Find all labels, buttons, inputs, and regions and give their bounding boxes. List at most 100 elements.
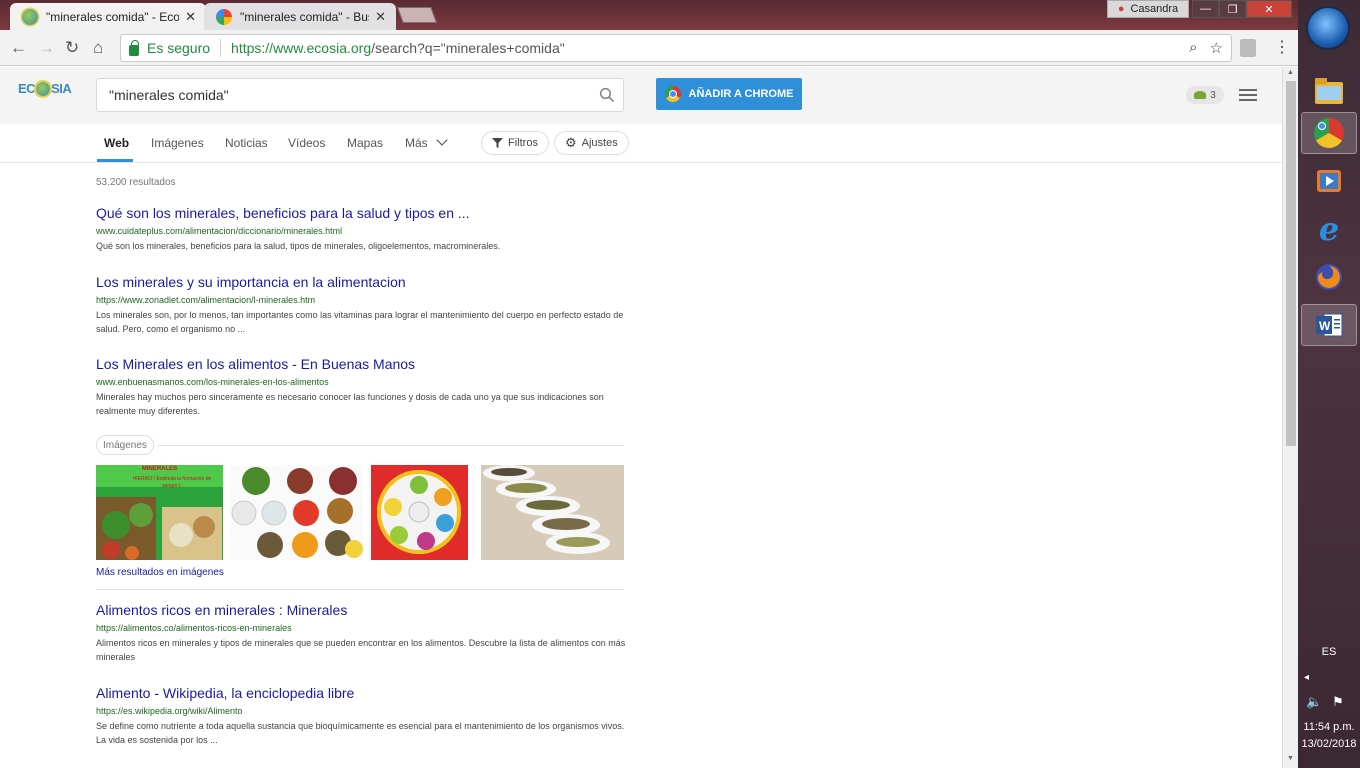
search-result: Los minerales y su importancia en la ali… [96,274,626,336]
search-result: Los Minerales en los alimentos - En Buen… [96,356,626,418]
word-icon[interactable]: W [1301,304,1357,346]
image-thumbnail[interactable] [371,465,468,560]
search-result: Alimento - Wikipedia, la enciclopedia li… [96,685,626,747]
images-label: Imágenes [96,435,154,455]
scroll-down-icon[interactable]: ▼ [1287,755,1294,762]
chrome-taskbar-icon[interactable] [1301,112,1357,154]
more-images-link[interactable]: Más resultados en imágenes [96,567,224,578]
gear-icon: ⚙ [565,135,577,150]
tab-ecosia[interactable]: "minerales comida" - Eco ✕ [10,3,206,30]
result-title-link[interactable]: Alimentos ricos en minerales : Minerales [96,602,626,618]
tab-maps[interactable]: Mapas [347,136,383,150]
result-url[interactable]: https://www.zonadiet.com/alimentacion/l-… [96,295,626,305]
url-path: /search?q="minerales+comida" [371,40,565,56]
tab-more[interactable]: Más [405,134,448,150]
add-to-chrome-button[interactable]: AÑADIR A CHROME [656,78,802,110]
system-clock[interactable]: 11:54 p.m. 13/02/2018 [1298,719,1360,753]
results-count: 53.200 resultados [96,177,176,188]
divider [158,445,624,446]
google-favicon-icon [216,8,232,25]
maximize-icon[interactable]: ❐ [1219,0,1246,18]
omnibox-actions: ⌕ ☆ [1189,39,1223,57]
result-url[interactable]: https://es.wikipedia.org/wiki/Alimento [96,706,626,716]
language-indicator[interactable]: ES [1298,646,1360,658]
volume-icon[interactable]: 🔈 [1306,694,1322,710]
show-hidden-icons[interactable]: ◂ [1304,672,1309,683]
add-to-chrome-label: AÑADIR A CHROME [688,88,794,100]
tab-title: "minerales comida" - Bus [240,9,370,24]
profile-name: Casandra [1130,3,1179,15]
new-tab-button[interactable] [397,7,437,23]
browser-menu-icon[interactable]: ⋮ [1274,37,1290,57]
tab-videos[interactable]: Vídeos [288,136,325,150]
pdf-extension-icon[interactable] [1240,39,1256,57]
image-caption: HIERRO ( Estimula la formación de sangre… [132,476,212,489]
image-thumbnail[interactable] [230,465,363,560]
tab-web[interactable]: Web [104,136,129,150]
forward-icon[interactable]: → [38,38,55,58]
result-url[interactable]: www.cuidateplus.com/alimentacion/diccion… [96,226,626,236]
search-input[interactable] [109,87,623,103]
file-explorer-icon[interactable] [1301,70,1357,112]
lock-icon [129,39,139,56]
search-icon[interactable] [599,87,615,103]
filters-button[interactable]: Filtros [481,131,549,155]
action-center-flag-icon[interactable]: ⚑ [1332,694,1344,710]
start-button-icon[interactable] [1308,8,1348,48]
media-player-icon[interactable] [1301,160,1357,202]
chrome-icon [664,86,681,102]
tab-more-label: Más [405,136,428,150]
tab-news[interactable]: Noticias [225,136,268,150]
profile-button[interactable]: ● Casandra [1107,0,1189,18]
back-icon[interactable]: ← [10,38,27,58]
result-description: Se define como nutriente a toda aquella … [96,721,625,745]
active-tab-indicator [97,159,133,162]
result-title-link[interactable]: Los Minerales en los alimentos - En Buen… [96,356,626,372]
ecosia-page: EC SIA AÑADIR A CHROME 3 [0,67,1282,768]
address-bar[interactable]: Es seguro https://www.ecosia.org /search… [120,34,1232,62]
url-host: https://www.ecosia.org [231,40,372,56]
settings-button[interactable]: ⚙ Ajustes [554,131,629,155]
home-icon[interactable]: ⌂ [93,38,103,58]
image-caption: MINERALES [141,466,178,472]
ecosia-logo[interactable]: EC SIA [18,81,72,96]
result-title-link[interactable]: Los minerales y su importancia en la ali… [96,274,626,290]
image-thumbnail[interactable]: MINERALES HIERRO ( Estimula la formación… [96,465,223,560]
clock-time: 11:54 p.m. [1303,721,1355,733]
internet-explorer-icon[interactable]: e [1301,208,1357,250]
windows-taskbar: e W ES ◂ 🔈 ⚑ 11:54 p.m. 13/02/2018 [1298,0,1360,768]
zoom-icon[interactable]: ⌕ [1189,39,1197,57]
firefox-icon[interactable] [1301,256,1357,298]
scrollbar-thumb[interactable] [1286,81,1296,446]
tab-close-icon[interactable]: ✕ [185,9,196,25]
tab-title: "minerales comida" - Eco [46,9,180,24]
image-thumbnail[interactable] [481,465,624,560]
ecosia-header: EC SIA AÑADIR A CHROME 3 [0,67,1282,124]
ecosia-favicon-icon [22,8,38,25]
menu-icon[interactable] [1239,89,1257,101]
tab-close-icon[interactable]: ✕ [375,9,386,25]
chrome-icon [1314,118,1344,148]
close-window-icon[interactable]: ✕ [1246,0,1292,18]
browser-toolbar: ← → ↻ ⌂ Es seguro https://www.ecosia.org… [0,30,1298,66]
search-result: Alimentos ricos en minerales : Minerales… [96,602,626,664]
minimize-icon[interactable]: — [1192,0,1219,18]
divider [96,589,624,590]
result-title-link[interactable]: Alimento - Wikipedia, la enciclopedia li… [96,685,626,701]
result-url[interactable]: https://alimentos.co/alimentos-ricos-en-… [96,623,626,633]
page-scrollbar[interactable]: ▲ ▼ [1282,67,1298,768]
tree-counter[interactable]: 3 [1186,86,1224,104]
logo-text-left: EC [18,81,36,96]
search-box [96,78,624,112]
tab-images[interactable]: Imágenes [151,136,204,150]
user-icon: ● [1117,3,1125,15]
scroll-up-icon[interactable]: ▲ [1287,69,1294,76]
result-url[interactable]: www.enbuenasmanos.com/los-minerales-en-l… [96,377,626,387]
reload-icon[interactable]: ↻ [65,38,79,58]
result-title-link[interactable]: Qué son los minerales, beneficios para l… [96,205,626,221]
bookmark-star-icon[interactable]: ☆ [1210,39,1223,57]
svg-text:W: W [1319,319,1331,333]
tab-google[interactable]: "minerales comida" - Bus ✕ [204,3,396,30]
result-description: Los minerales son, por lo menos, tan imp… [96,310,624,334]
result-description: Minerales hay muchos pero sinceramente e… [96,392,604,416]
